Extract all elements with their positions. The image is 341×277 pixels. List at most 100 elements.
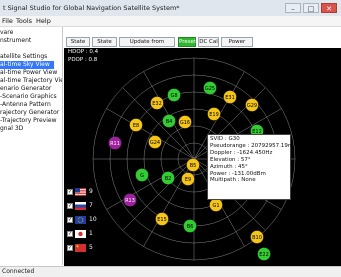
menu-file[interactable]: File <box>2 17 13 25</box>
satellite-e22[interactable]: E22 <box>257 247 271 261</box>
tree-item-power-view[interactable]: al-time Power View <box>0 69 57 77</box>
toolbar: State On State Off Update from Instrumen… <box>64 37 341 54</box>
tree-item-satellite-settings[interactable]: atellite Settings <box>0 53 47 61</box>
satellite-label: E15 <box>157 217 167 223</box>
satellite-label: R11 <box>110 141 120 147</box>
dc-cal-button[interactable]: DC Cal <box>198 37 219 47</box>
window-title: t Signal Studio for Global Navigation Sa… <box>3 4 180 12</box>
satellite-label: E8 <box>133 123 139 129</box>
satellite-e31[interactable]: E31 <box>223 90 237 104</box>
satellite-label: G1 <box>212 203 219 209</box>
satellite-label: G25 <box>205 86 215 92</box>
satellite-info-tooltip: SVID : G30 Pseudorange : 20792957.19m Do… <box>207 134 294 200</box>
satellite-e32[interactable]: E32 <box>150 96 164 110</box>
satellite-label: G16 <box>180 120 190 126</box>
legend-checkbox[interactable]: ✓ <box>67 217 73 223</box>
tooltip-azimuth: Azimuth : 45° <box>210 163 248 170</box>
tree-item-signal-3d[interactable]: gnal 3D <box>0 125 23 133</box>
satellite-e8[interactable]: E8 <box>129 118 143 132</box>
satellite-g29[interactable]: G29 <box>245 98 259 112</box>
satellite-label: B5 <box>190 163 197 169</box>
preset-button[interactable]: Preset <box>178 37 196 47</box>
china-flag-icon <box>75 244 86 252</box>
satellite-label: B6 <box>187 224 194 230</box>
eu-flag-icon <box>75 216 86 224</box>
tree-item-instrument[interactable]: nstrument <box>0 37 31 45</box>
title-bar: t Signal Studio for Global Navigation Sa… <box>0 0 341 17</box>
tree-item-sky-view[interactable]: al-time Sky View <box>0 61 54 69</box>
pdop-readout: PDOP : 0.8 <box>68 57 98 63</box>
navigation-tree: vare nstrument atellite Settings al-time… <box>0 27 63 265</box>
tree-item-trajectory-preview[interactable]: -Trajectory Preview <box>0 117 57 125</box>
legend-count-glonass: 7 <box>89 202 93 209</box>
sky-view-plot: E32G8G25E31G29E8B4G16E19E12R11G24G30E1B5… <box>64 48 341 266</box>
satellite-g24[interactable]: G24 <box>148 135 162 149</box>
us-flag-icon <box>75 188 86 196</box>
connection-status: Connected <box>2 268 35 275</box>
state-on-button[interactable]: State On <box>66 37 90 54</box>
tooltip-svid: SVID : G30 <box>210 136 240 142</box>
satellite-label: G <box>140 173 144 179</box>
menu-help[interactable]: Help <box>36 17 51 25</box>
satellite-r11[interactable]: R11 <box>108 136 122 150</box>
legend-count-galileo: 10 <box>89 216 97 223</box>
japan-flag-icon <box>75 230 86 238</box>
satellite-b4[interactable]: B4 <box>162 114 176 128</box>
menu-tools[interactable]: Tools <box>16 17 32 25</box>
sky-view-canvas: E32G8G25E31G29E8B4G16E19E12R11G24G30E1B5… <box>92 57 296 261</box>
satellite-e19[interactable]: E19 <box>207 107 221 121</box>
satellite-label: E22 <box>259 252 269 258</box>
satellite-label: G29 <box>247 103 257 109</box>
legend-checkbox[interactable]: ✓ <box>67 203 73 209</box>
power-search-button[interactable]: Power Search <box>221 37 253 54</box>
satellite-e15[interactable]: E15 <box>155 212 169 226</box>
satellite-label: B2 <box>165 176 172 182</box>
status-bar: Connected <box>0 266 341 277</box>
satellite-label: R13 <box>125 198 135 204</box>
satellite-g8[interactable]: G8 <box>167 88 181 102</box>
satellite-g[interactable]: G <box>135 168 149 182</box>
satellite-b5[interactable]: B5 <box>186 158 200 172</box>
satellite-g1[interactable]: G1 <box>209 198 223 212</box>
update-from-instrument-button[interactable]: Update from Instrument <box>119 37 175 54</box>
satellite-b2[interactable]: B2 <box>161 171 175 185</box>
legend-count-gps: 9 <box>89 188 93 195</box>
legend-count-qzss: 1 <box>89 230 93 237</box>
legend-checkbox[interactable]: ✓ <box>67 189 73 195</box>
tooltip-pseudorange: Pseudorange : 20792957.19m <box>210 142 294 149</box>
tree-item-antenna-pattern[interactable]: -Antenna Pattern <box>0 101 51 109</box>
tree-item-scenario-graphics[interactable]: -Scenario Graphics <box>0 93 57 101</box>
maximize-button[interactable]: □ <box>303 3 319 13</box>
satellite-e9[interactable]: E9 <box>181 172 195 186</box>
satellite-b10[interactable]: B10 <box>250 230 264 244</box>
satellite-label: B4 <box>166 119 173 125</box>
tooltip-elevation: Elevation : 57° <box>210 156 251 163</box>
satellite-label: G8 <box>170 93 177 99</box>
satellite-label: G24 <box>150 140 160 146</box>
satellite-label: B10 <box>252 235 262 241</box>
satellite-label: E9 <box>185 177 191 183</box>
tree-item-trajectory-view[interactable]: al-time Trajectory View <box>0 77 62 85</box>
tree-item-software[interactable]: vare <box>0 29 13 37</box>
satellite-label: E32 <box>152 101 162 107</box>
satellite-label: E19 <box>209 112 219 118</box>
hdop-readout: HDOP : 0.4 <box>68 49 99 55</box>
tree-item-scenario-generator[interactable]: enario Generator <box>0 85 51 93</box>
minimize-button[interactable]: – <box>285 3 301 13</box>
legend-checkbox[interactable]: ✓ <box>67 245 73 251</box>
satellite-g16[interactable]: G16 <box>178 115 192 129</box>
legend-count-beidou: 5 <box>89 244 93 251</box>
tooltip-multipath: Multipath : None <box>210 177 256 184</box>
satellite-b6[interactable]: B6 <box>183 219 197 233</box>
state-off-button[interactable]: State Off <box>92 37 117 54</box>
satellite-r13[interactable]: R13 <box>123 193 137 207</box>
tree-item-trajectory-generator[interactable]: rajectory Generator <box>0 109 59 117</box>
satellite-g25[interactable]: G25 <box>203 81 217 95</box>
legend-checkbox[interactable]: ✓ <box>67 231 73 237</box>
window-controls: – □ ✕ <box>285 3 337 13</box>
close-button[interactable]: ✕ <box>321 3 337 13</box>
satellite-label: E31 <box>225 95 235 101</box>
tooltip-doppler: Doppler : -1624.450Hz <box>210 149 273 156</box>
russia-flag-icon <box>75 202 86 210</box>
menu-bar: File Tools Help <box>0 16 341 27</box>
